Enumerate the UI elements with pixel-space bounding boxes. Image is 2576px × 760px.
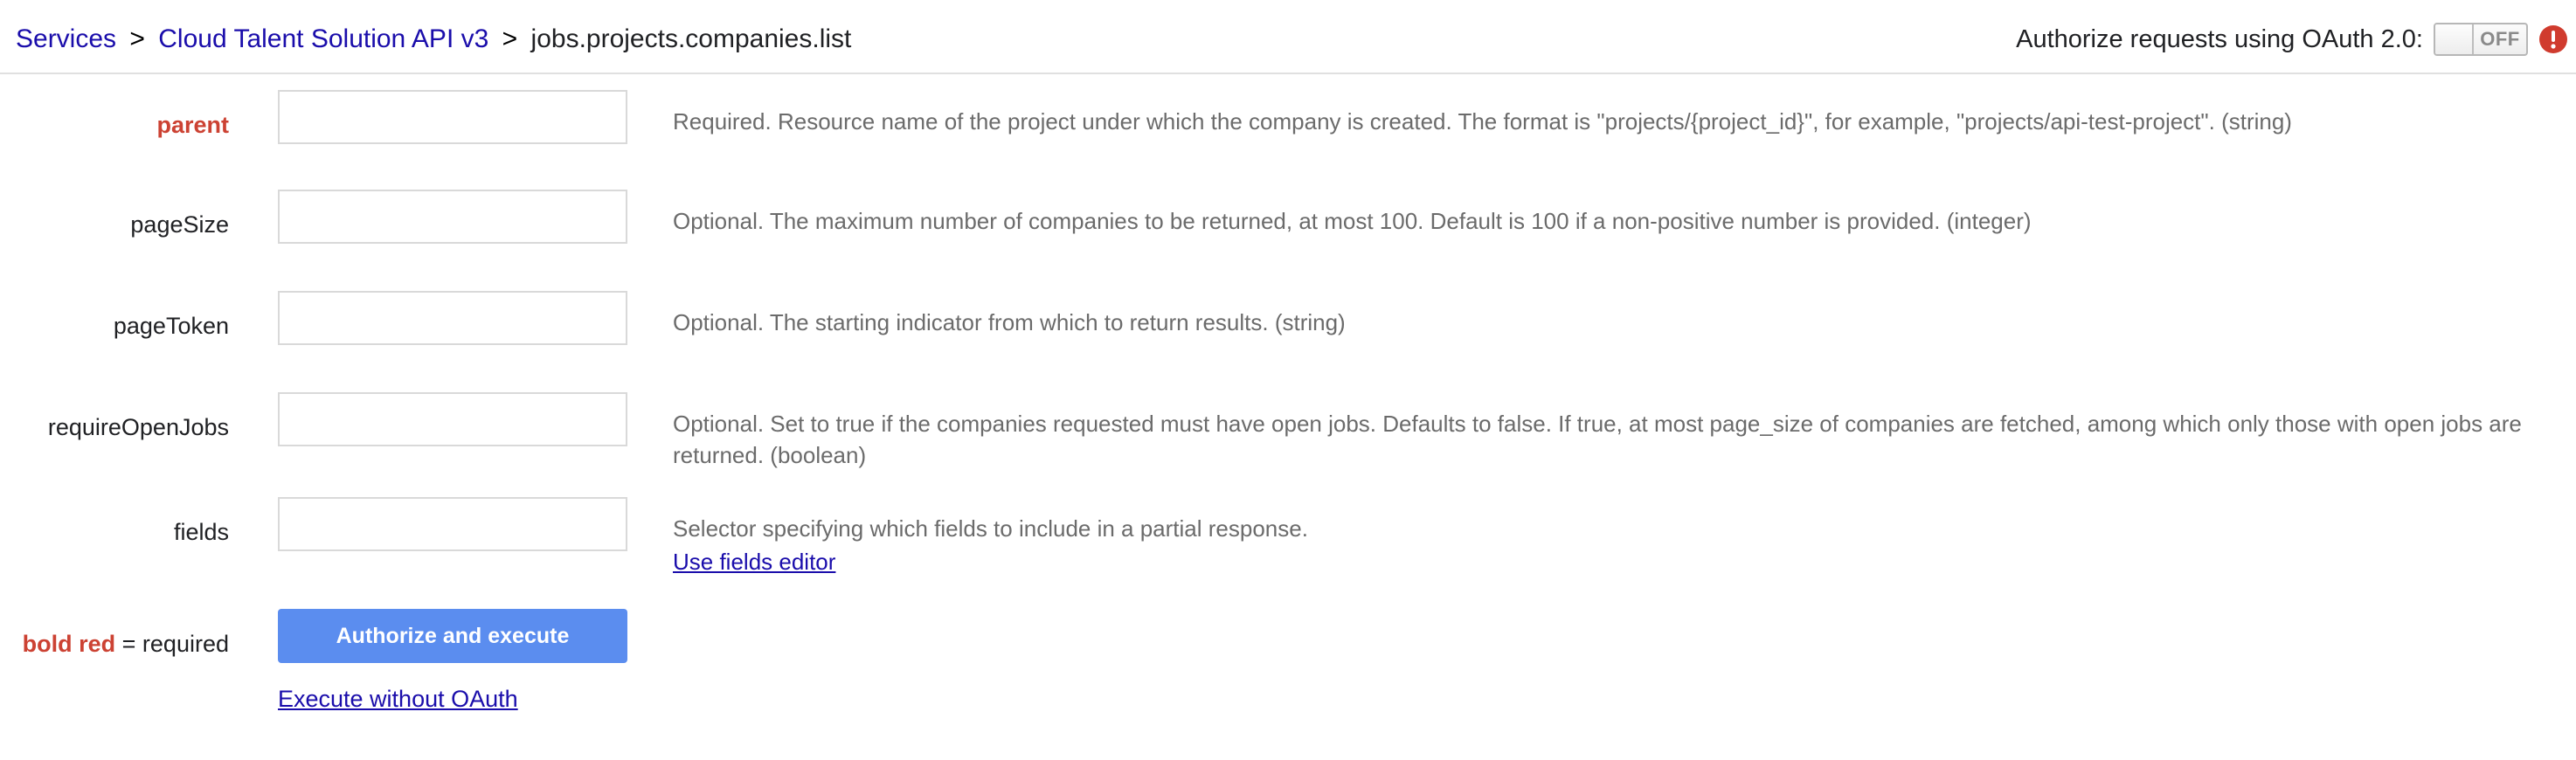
parameter-input-parent[interactable] <box>278 90 627 144</box>
parameter-label-requireopenjobs: requireOpenJobs <box>47 414 229 440</box>
parameter-row-pagesize: pageSize Optional. The maximum number of… <box>0 190 2576 291</box>
parameters-form: parent Required. Resource name of the pr… <box>0 74 2576 713</box>
parameter-description-parent: Required. Resource name of the project u… <box>673 90 2292 137</box>
parameter-description-text: Optional. Set to true if the companies r… <box>673 411 2522 468</box>
breadcrumb-separator-2: > <box>502 24 518 53</box>
breadcrumb-current-method: jobs.projects.companies.list <box>530 24 852 53</box>
parameter-label-pagesize: pageSize <box>130 211 229 238</box>
breadcrumb-api-link[interactable]: Cloud Talent Solution API v3 <box>158 24 488 53</box>
parameter-input-pagesize[interactable] <box>278 190 627 244</box>
parameter-description-pagesize: Optional. The maximum number of companie… <box>673 190 2032 237</box>
parameter-label-pagetoken: pageToken <box>113 313 229 339</box>
use-fields-editor-link[interactable]: Use fields editor <box>673 546 835 577</box>
breadcrumb-separator-1: > <box>129 24 145 53</box>
oauth-toggle-knob <box>2435 24 2474 54</box>
parameter-field-wrapper-fields <box>278 497 627 551</box>
parameter-label-parent: parent <box>156 112 229 138</box>
parameter-row-parent: parent Required. Resource name of the pr… <box>0 90 2576 190</box>
execute-without-oauth-link[interactable]: Execute without OAuth <box>278 686 518 713</box>
parameter-description-text: Selector specifying which fields to incl… <box>673 515 1308 542</box>
parameter-description-pagetoken: Optional. The starting indicator from wh… <box>673 291 1346 338</box>
breadcrumb-services-link[interactable]: Services <box>16 24 116 53</box>
parameter-description-requireopenjobs: Optional. Set to true if the companies r… <box>673 392 2534 471</box>
page-header: Services > Cloud Talent Solution API v3 … <box>0 0 2576 74</box>
parameter-row-requireopenjobs: requireOpenJobs Optional. Set to true if… <box>0 392 2576 497</box>
authorize-and-execute-button[interactable]: Authorize and execute <box>278 609 627 663</box>
parameter-input-pagetoken[interactable] <box>278 291 627 345</box>
parameter-description-text: Optional. The maximum number of companie… <box>673 208 2032 234</box>
oauth-control-group: Authorize requests using OAuth 2.0: OFF <box>2016 23 2569 56</box>
parameter-input-fields[interactable] <box>278 497 627 551</box>
oauth-label: Authorize requests using OAuth 2.0: <box>2016 25 2423 53</box>
form-actions-row: bold red = required Authorize and execut… <box>0 609 2576 713</box>
parameter-field-wrapper-parent <box>278 90 627 144</box>
parameter-description-text: Required. Resource name of the project u… <box>673 108 2292 135</box>
parameter-field-wrapper-requireopenjobs <box>278 392 627 446</box>
parameter-field-wrapper-pagetoken <box>278 291 627 345</box>
required-legend: bold red = required <box>0 609 229 658</box>
required-legend-emphasis: bold red <box>22 631 116 657</box>
error-circle-icon[interactable] <box>2538 24 2569 55</box>
parameter-row-fields: fields Selector specifying which fields … <box>0 497 2576 605</box>
parameter-description-text: Optional. The starting indicator from wh… <box>673 309 1346 335</box>
parameter-input-requireopenjobs[interactable] <box>278 392 627 446</box>
action-buttons-column: Authorize and execute Execute without OA… <box>278 609 627 713</box>
parameter-field-wrapper-pagesize <box>278 190 627 244</box>
oauth-toggle-state-label: OFF <box>2480 28 2520 50</box>
breadcrumb: Services > Cloud Talent Solution API v3 … <box>16 24 851 54</box>
parameter-label-fields: fields <box>173 519 229 545</box>
parameter-row-pagetoken: pageToken Optional. The starting indicat… <box>0 291 2576 392</box>
oauth-toggle-switch[interactable]: OFF <box>2434 23 2528 56</box>
required-legend-rest: = required <box>115 631 229 657</box>
parameter-description-fields: Selector specifying which fields to incl… <box>673 497 1308 577</box>
